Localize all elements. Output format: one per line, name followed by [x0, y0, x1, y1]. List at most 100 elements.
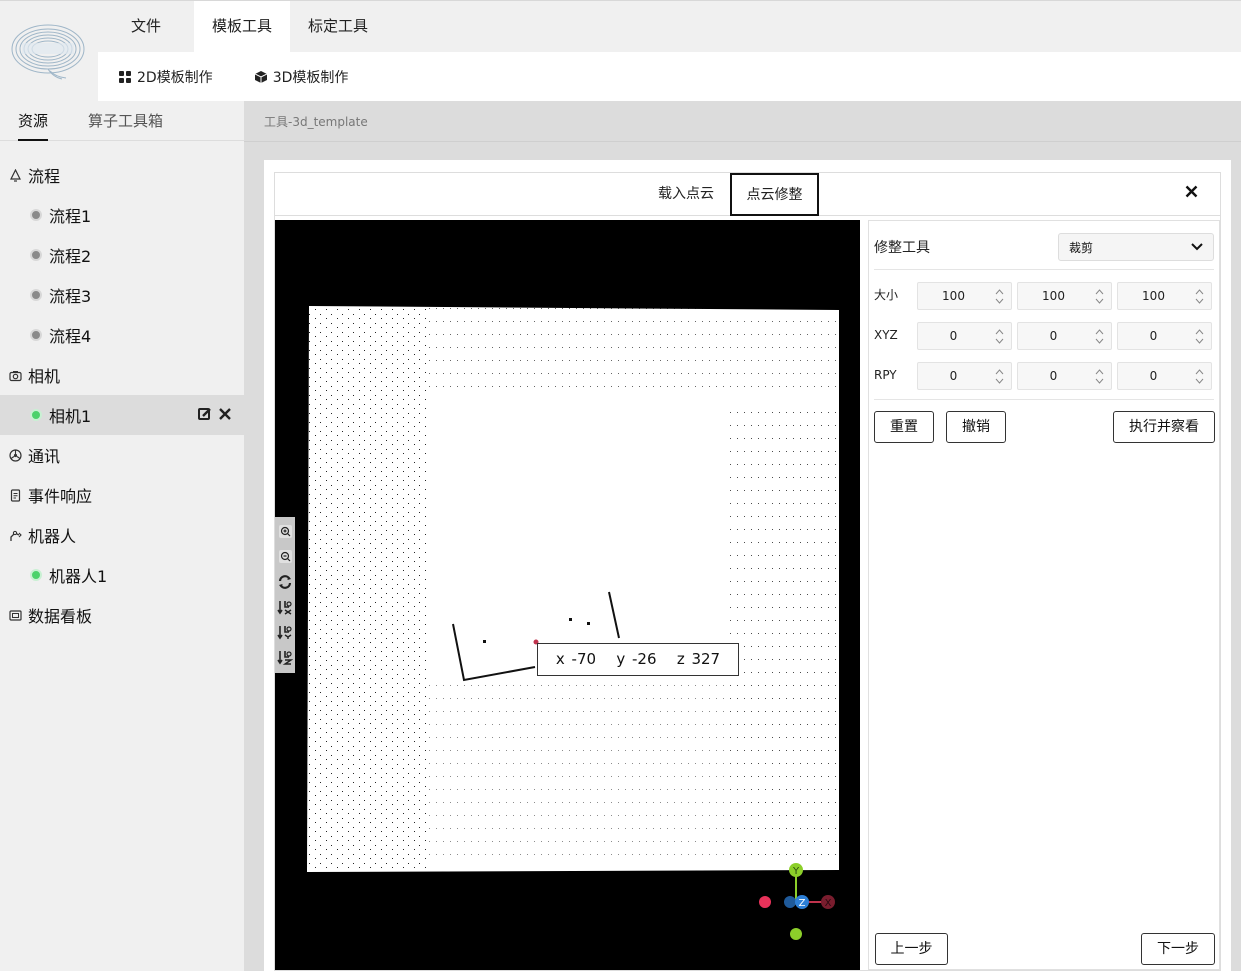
tree-item-flow1[interactable]: 流程1 — [0, 195, 244, 235]
network-icon — [9, 448, 22, 462]
reset-button[interactable]: 重置 — [874, 411, 934, 443]
spinner-icon[interactable] — [995, 288, 1004, 305]
menu-calibration-tools[interactable]: 标定工具 — [290, 1, 386, 52]
tree-item-label: 流程4 — [49, 327, 92, 346]
spinner-icon[interactable] — [1095, 328, 1104, 345]
tree-item-flow2[interactable]: 流程2 — [0, 235, 244, 275]
spinner-icon[interactable] — [995, 328, 1004, 345]
divider — [874, 269, 1214, 270]
tab-resources[interactable]: 资源 — [18, 101, 49, 141]
tab-pointcloud-trim[interactable]: 点云修整 — [730, 173, 819, 216]
prev-step-button[interactable]: 上一步 — [875, 933, 948, 965]
point-cloud-canvas[interactable] — [307, 304, 841, 874]
size-x-value: 100 — [942, 289, 965, 303]
size-x-input[interactable]: 100 — [917, 282, 1012, 310]
chevron-down-icon — [1191, 243, 1203, 251]
view-front-button[interactable] — [277, 594, 293, 619]
tool-select[interactable]: 裁剪 — [1058, 233, 1214, 261]
xyz-z-value: 0 — [1149, 329, 1158, 343]
view-axis-icon — [277, 600, 292, 615]
tree-category-label: 数据看板 — [28, 607, 93, 626]
status-dot-icon — [30, 289, 42, 301]
trim-settings-panel: 修整工具 裁剪 大小 100 100 100 XYZ 0 0 0 RPY 0 0… — [868, 220, 1220, 970]
submenu-2d-label: 2D模板制作 — [137, 70, 213, 86]
spinner-icon[interactable] — [1195, 328, 1204, 345]
tool-select-value: 裁剪 — [1069, 240, 1094, 255]
zoom-out-button[interactable] — [278, 544, 292, 569]
xyz-x-input[interactable]: 0 — [917, 322, 1012, 350]
spinner-icon[interactable] — [995, 368, 1004, 385]
tree-category-camera[interactable]: 相机 — [0, 355, 244, 395]
close-icon[interactable] — [1185, 185, 1198, 198]
undo-button[interactable]: 撤销 — [946, 411, 1006, 443]
size-label: 大小 — [874, 288, 899, 302]
grid-icon — [119, 71, 131, 83]
status-dot-icon — [30, 409, 42, 421]
spinner-icon[interactable] — [1195, 368, 1204, 385]
reset-view-button[interactable] — [277, 569, 293, 594]
axis-z-label: Z — [799, 898, 806, 909]
zoom-in-button[interactable] — [278, 519, 292, 544]
submenu-3d-template[interactable]: 3D模板制作 — [254, 67, 348, 87]
tree-category-event[interactable]: 事件响应 — [0, 475, 244, 515]
size-y-input[interactable]: 100 — [1017, 282, 1112, 310]
tree-item-label: 流程3 — [49, 287, 92, 306]
view-side-button[interactable] — [277, 619, 293, 644]
axis-gizmo[interactable]: Y X Z — [752, 860, 842, 940]
menu-file[interactable]: 文件 — [98, 1, 194, 52]
pointcloud-viewer[interactable]: x -70 y -26 z 327 Y X Z — [275, 220, 860, 970]
breadcrumb: 工具-3d_template — [244, 101, 1241, 142]
cube-icon — [254, 71, 267, 83]
rpy-p-input[interactable]: 0 — [1017, 362, 1112, 390]
execute-and-view-button[interactable]: 执行并察看 — [1113, 411, 1215, 443]
close-icon[interactable] — [218, 407, 232, 421]
tree-category-dashboard[interactable]: 数据看板 — [0, 595, 244, 635]
tree-item-label: 流程1 — [49, 207, 92, 226]
coordinate-readout: x -70 y -26 z 327 — [537, 643, 739, 676]
tree-category-robot[interactable]: 机器人 — [0, 515, 244, 555]
xyz-x-value: 0 — [949, 329, 958, 343]
status-dot-icon — [30, 209, 42, 221]
rpy-y-input[interactable]: 0 — [1117, 362, 1212, 390]
tree-category-flow[interactable]: 流程 — [0, 155, 244, 195]
edit-icon[interactable] — [198, 407, 212, 421]
tree-item-camera1[interactable]: 相机1 — [0, 395, 244, 435]
tool-select-row: 修整工具 裁剪 — [874, 233, 1214, 261]
tab-load-pointcloud[interactable]: 载入点云 — [658, 173, 730, 216]
resource-tree: 流程 流程1 流程2 流程3 流程4 相机 相机1 通讯 事件响应 机器人 机器… — [0, 141, 244, 635]
tree-item-label: 机器人1 — [49, 567, 108, 586]
spinner-icon[interactable] — [1095, 368, 1104, 385]
xyz-z-input[interactable]: 0 — [1117, 322, 1212, 350]
view-axis-icon — [277, 650, 293, 665]
size-z-input[interactable]: 100 — [1117, 282, 1212, 310]
tree-category-label: 相机 — [28, 367, 61, 386]
main-area: 工具-3d_template 载入点云 点云修整 x -70 y -26 z 3… — [244, 101, 1241, 971]
view-top-button[interactable] — [277, 644, 293, 669]
sidebar-tabs: 资源 算子工具箱 — [0, 101, 244, 141]
content-panel: 载入点云 点云修整 x -70 y -26 z 327 Y X Z 修整工具 裁… — [264, 160, 1231, 971]
next-step-button[interactable]: 下一步 — [1141, 933, 1215, 965]
axis-y-label: Y — [792, 866, 800, 877]
tree-category-label: 通讯 — [28, 447, 61, 466]
tree-item-flow4[interactable]: 流程4 — [0, 315, 244, 355]
spinner-icon[interactable] — [1195, 288, 1204, 305]
refresh-icon — [278, 574, 292, 589]
axis-gizmo-graphic: Y X Z — [759, 863, 835, 940]
sub-menu: 2D模板制作 3D模板制作 — [98, 52, 1241, 102]
spinner-icon[interactable] — [1095, 288, 1104, 305]
coord-z: z 327 — [676, 650, 721, 668]
divider — [874, 399, 1214, 400]
tab-operator-toolbox[interactable]: 算子工具箱 — [88, 101, 163, 141]
rpy-r-input[interactable]: 0 — [917, 362, 1012, 390]
tree-category-comm[interactable]: 通讯 — [0, 435, 244, 475]
dashboard-icon — [9, 609, 22, 621]
tree-item-flow3[interactable]: 流程3 — [0, 275, 244, 315]
submenu-2d-template[interactable]: 2D模板制作 — [119, 67, 213, 87]
brain-logo-icon — [11, 24, 85, 80]
xyz-y-value: 0 — [1049, 329, 1058, 343]
menu-template-tools[interactable]: 模板工具 — [194, 1, 290, 52]
xyz-y-input[interactable]: 0 — [1017, 322, 1112, 350]
main-menu: 文件 模板工具 标定工具 — [98, 1, 386, 52]
tree-item-robot1[interactable]: 机器人1 — [0, 555, 244, 595]
rpy-r-value: 0 — [949, 369, 958, 383]
